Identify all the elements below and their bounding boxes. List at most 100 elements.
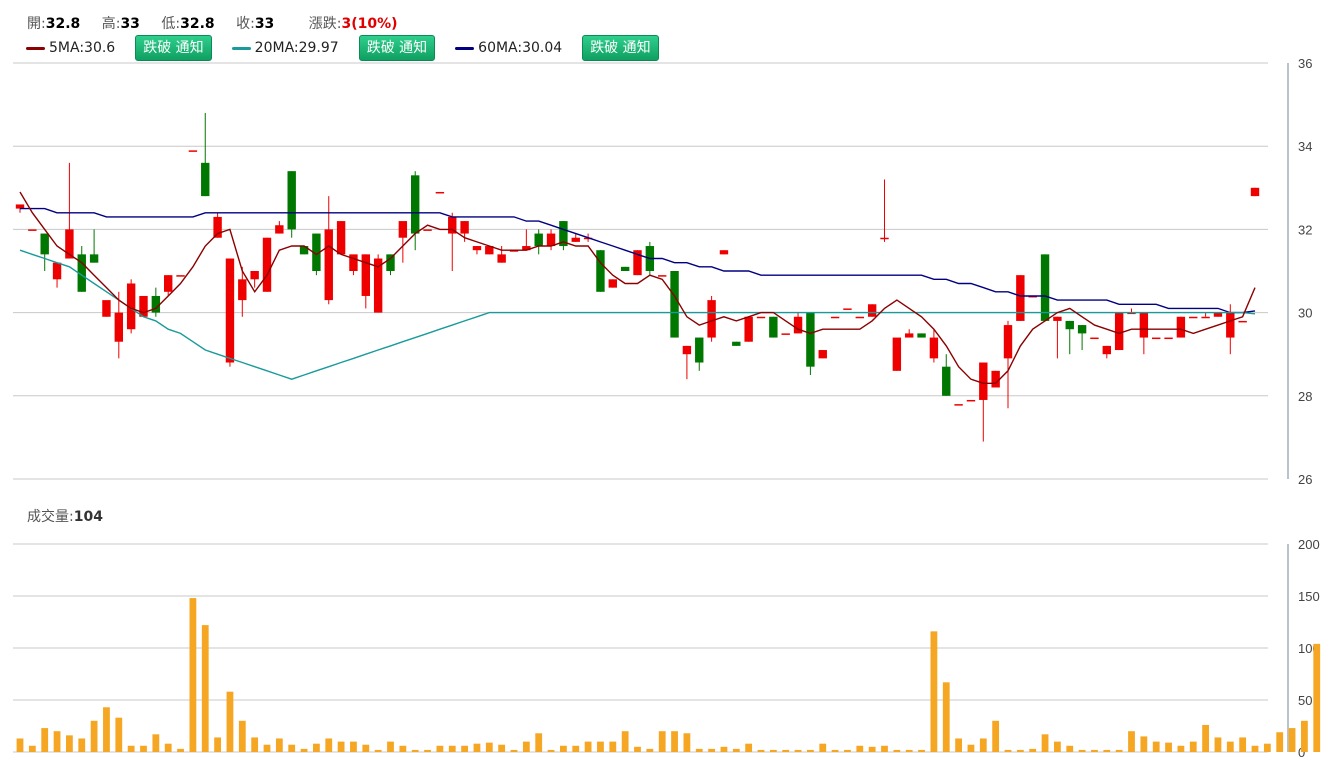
candle-body <box>250 271 259 280</box>
candle-body <box>1226 312 1235 338</box>
candle-body <box>546 233 556 247</box>
candle-body <box>682 345 692 355</box>
volume-bar <box>720 746 728 752</box>
volume-bar <box>646 748 654 752</box>
volume-bar <box>695 748 703 752</box>
volume-bar <box>325 738 333 752</box>
candle-body <box>423 229 432 231</box>
volume-bar <box>28 745 36 752</box>
volume-bar <box>1226 741 1234 752</box>
volume-bar <box>473 743 481 752</box>
volume-bar <box>189 598 197 752</box>
candle-body <box>892 337 902 371</box>
candle-body <box>1164 337 1173 340</box>
candle-body <box>225 258 235 363</box>
candle-body <box>139 295 148 317</box>
candle-body <box>855 316 864 319</box>
candle-body <box>89 254 99 263</box>
candle-body <box>707 300 716 338</box>
volume-bars <box>16 598 1321 752</box>
volume-bar <box>288 744 296 752</box>
candle-body <box>917 333 926 338</box>
candle-body <box>571 237 580 242</box>
volume-bar <box>362 744 370 752</box>
volume-bar <box>251 737 259 752</box>
volume-bar <box>634 746 641 752</box>
candle-body <box>472 246 482 251</box>
volume-bar <box>1214 737 1222 752</box>
volume-bar <box>214 737 221 752</box>
volume-bar <box>584 741 592 752</box>
volume-tick-label: 200 <box>1298 537 1320 552</box>
volume-bar <box>1313 643 1321 752</box>
price-tick-label: 32 <box>1298 222 1312 237</box>
volume-bar <box>66 735 73 752</box>
ma-lines <box>19 191 1256 384</box>
volume-bar <box>510 749 518 752</box>
volume-bar <box>671 731 678 752</box>
candle-body <box>806 312 815 367</box>
candle-body <box>658 275 667 277</box>
candle-body <box>1090 337 1099 340</box>
volume-bar <box>16 738 24 752</box>
volume-bar <box>90 720 98 752</box>
volume-bar <box>127 745 135 752</box>
volume-bar <box>831 749 839 752</box>
volume-bar <box>152 734 160 752</box>
candle-body <box>176 275 185 277</box>
candle-body <box>830 316 840 319</box>
candle-body <box>1152 337 1161 340</box>
volume-bar <box>881 745 888 752</box>
volume-bar <box>275 738 283 752</box>
volume-bar <box>1029 748 1037 752</box>
candle-body <box>781 333 790 335</box>
volume-bar <box>436 745 444 752</box>
volume-bar <box>78 738 86 752</box>
volume-bar <box>572 745 580 752</box>
volume-bar <box>399 745 407 752</box>
candle-body <box>979 362 988 400</box>
volume-bar <box>201 625 209 752</box>
volume-bar <box>177 748 184 752</box>
candle-body <box>756 316 766 319</box>
candle-body <box>52 262 62 280</box>
volume-bar <box>53 731 61 752</box>
volume-bar <box>300 748 308 752</box>
candle-body <box>275 225 284 234</box>
candle-body <box>769 316 778 338</box>
volume-tick-label: 150 <box>1298 589 1320 604</box>
candle-body <box>411 175 420 234</box>
volume-bar <box>1301 720 1308 752</box>
volume-bar <box>597 741 604 752</box>
candle-body <box>620 266 630 271</box>
volume-tick-label: 50 <box>1298 693 1312 708</box>
candle-body <box>818 350 827 359</box>
candle-body <box>942 366 951 396</box>
volume-bar <box>757 749 765 752</box>
candle-body <box>1065 320 1074 330</box>
candle-body <box>114 312 123 342</box>
volume-bar <box>1066 745 1074 752</box>
volume-bar <box>942 682 950 752</box>
volume-bar <box>1177 745 1185 752</box>
volume-bar <box>103 707 110 752</box>
candle-body <box>361 254 370 296</box>
volume-bar <box>807 749 814 752</box>
price-tick-label: 28 <box>1298 389 1312 404</box>
volume-bar <box>868 746 876 752</box>
candle-body <box>213 216 222 238</box>
candle-body <box>719 250 729 255</box>
candle-body <box>1139 312 1149 338</box>
volume-bar <box>844 749 851 752</box>
candles <box>15 112 1260 442</box>
candle-body <box>1238 320 1247 323</box>
volume-bar <box>485 742 493 752</box>
candle-body <box>40 233 49 255</box>
candle-body <box>164 275 173 292</box>
volume-bar <box>115 717 123 752</box>
volume-bar <box>424 749 431 752</box>
candle-body <box>262 237 272 292</box>
candle-body <box>1077 325 1087 334</box>
candle-body <box>435 191 445 194</box>
volume-bar <box>313 743 320 752</box>
